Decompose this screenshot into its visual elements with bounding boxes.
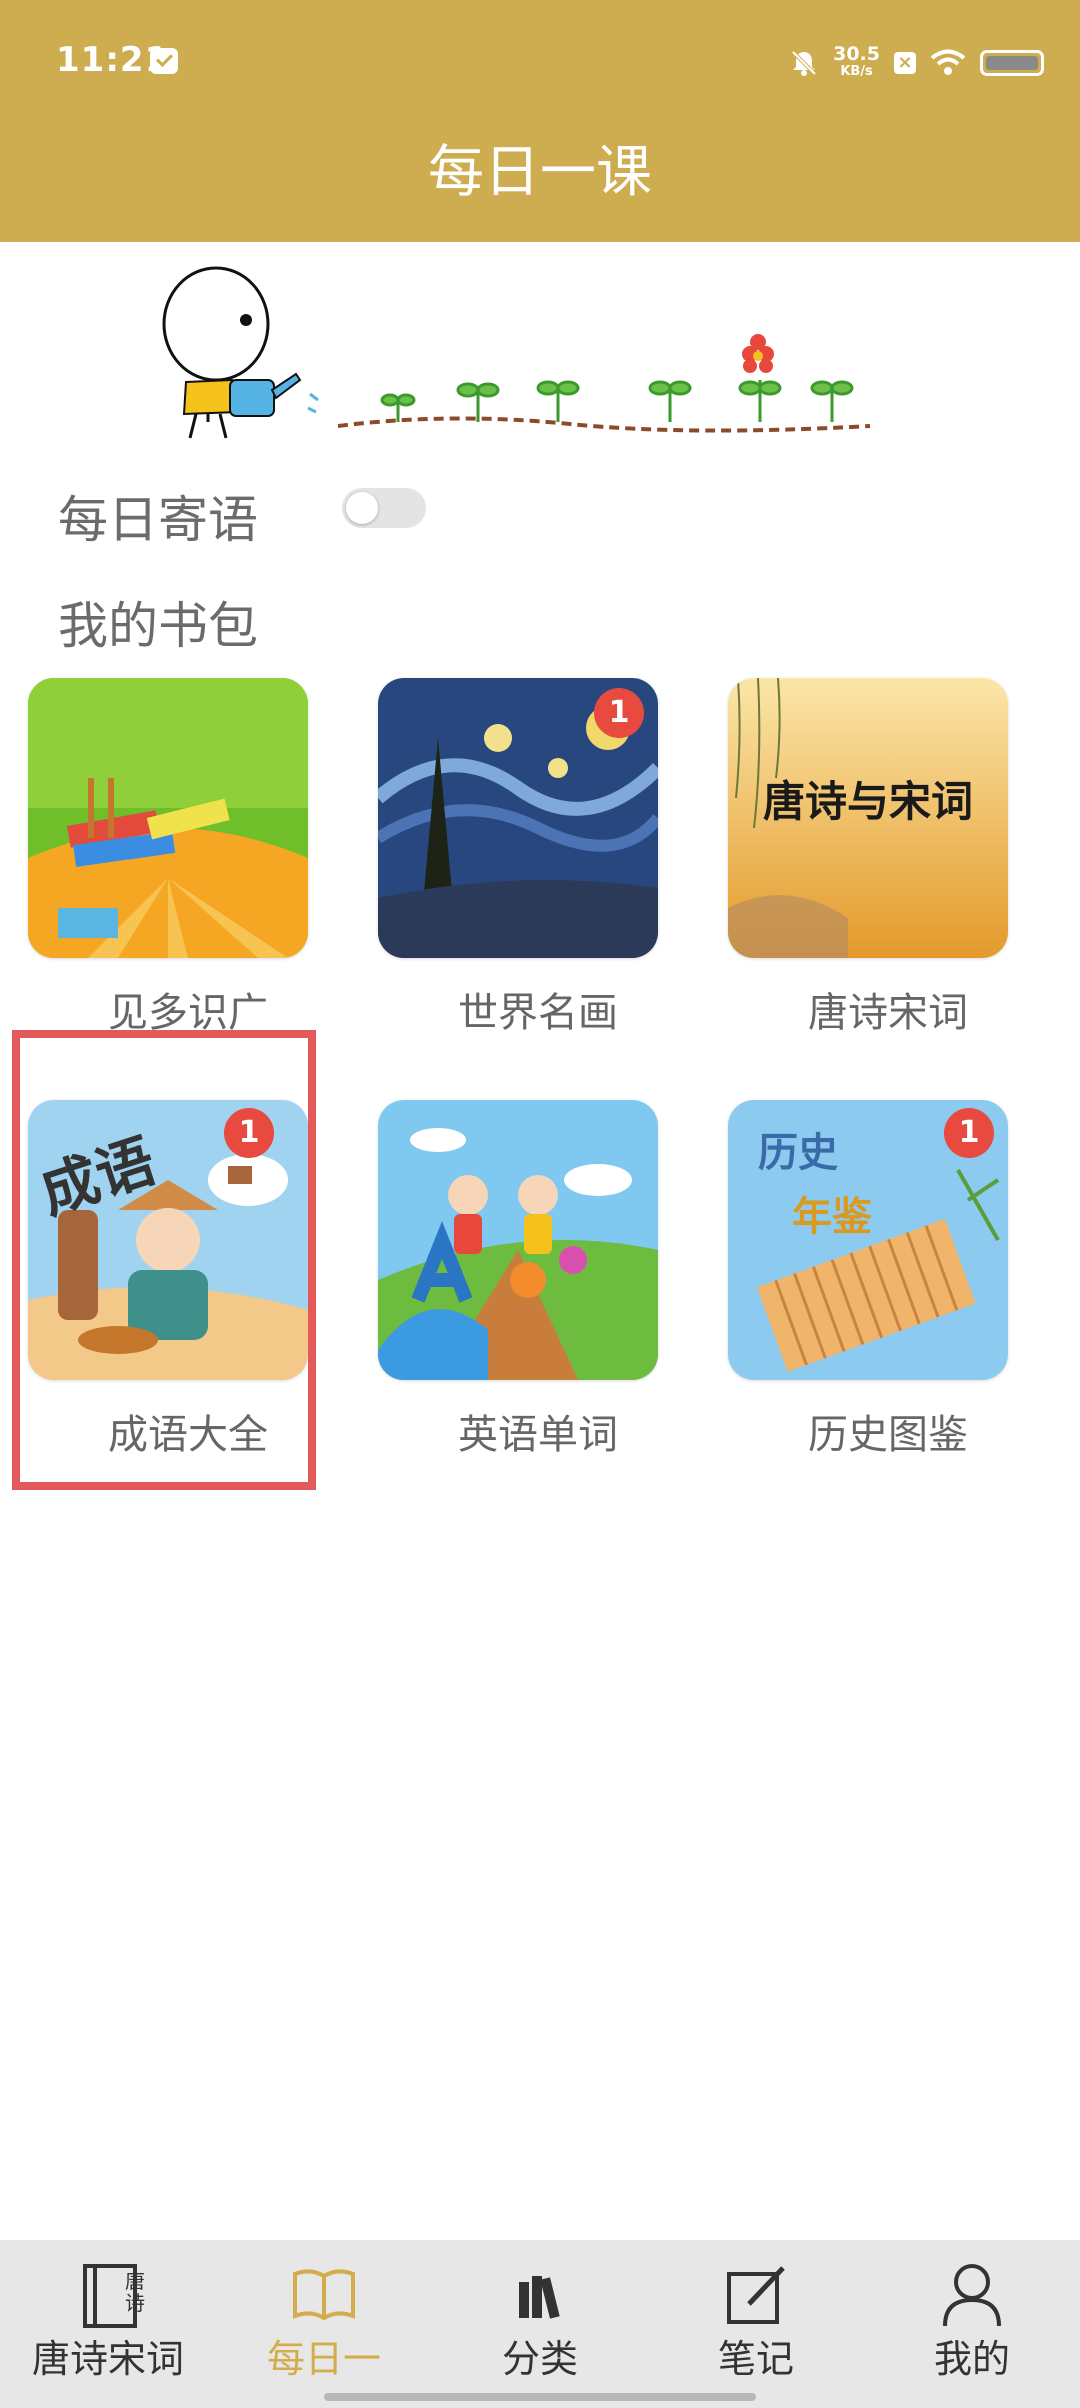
nav-label-daily: 每日一 [266,2337,381,2381]
nav-label-mine: 我的 [933,2337,1010,2381]
status-bar: 11:21 30.5 KB/s × [0,0,1080,126]
book-label-history[interactable]: 历史图鉴 [718,1402,1058,1460]
nav-item-daily[interactable]: 每日一 [216,2240,432,2408]
poetry-icon-text-2: 诗 [125,2291,145,2315]
note-edit-icon [727,2266,785,2324]
book-tile-history[interactable]: 历史 年鉴 1 [728,1100,1008,1380]
poetry-icon-text-1: 唐 [125,2269,145,2293]
book-tile-english-words[interactable] [378,1100,658,1380]
book-label-world-paintings[interactable]: 世界名画 [368,980,708,1038]
mute-bell-icon [791,50,817,76]
nav-label-tang-song: 唐诗宋词 [31,2337,184,2381]
daily-quote-toggle[interactable] [342,488,426,528]
english-cover-image [378,1100,658,1380]
book-tile-tang-song[interactable]: 唐诗与宋词 [728,678,1008,958]
bookbag-title: 我的书包 [58,597,258,655]
watering-illustration [162,266,871,439]
status-icons: 30.5 KB/s × [789,40,1044,86]
page-title: 每日一课 [428,140,652,205]
bottom-nav: 唐 诗 唐诗宋词 每日一 分类 笔记 我的 [0,2240,1080,2408]
history-cover-text-2: 年鉴 [792,1194,872,1240]
daily-quote-label: 每日寄语 [58,491,258,549]
poetry-cover-text: 唐诗与宋词 [762,777,973,826]
open-book-icon [293,2269,355,2321]
book-label-english-words[interactable]: 英语单词 [368,1402,708,1460]
book-label-tang-song[interactable]: 唐诗宋词 [718,980,1058,1038]
message-notification-icon [150,48,178,74]
book-tile-jianduo[interactable] [28,678,308,958]
toggle-knob [346,492,378,524]
network-speed: 30.5 KB/s [833,43,880,80]
nav-item-notes[interactable]: 笔记 [648,2240,864,2408]
battery-icon [980,50,1044,76]
person-icon [943,2264,1001,2327]
nav-item-mine[interactable]: 我的 [864,2240,1080,2408]
selection-highlight-box [12,1030,316,1490]
nav-item-tang-song[interactable]: 唐 诗 唐诗宋词 [0,2240,216,2408]
poetry-icon-text: 唐 诗 [120,2270,150,2314]
network-speed-unit: KB/s [840,64,873,79]
wifi-icon [930,49,966,75]
book-tile-world-paintings[interactable]: 1 [378,678,658,958]
book-badge-world-paintings: 1 [594,688,644,738]
nav-item-category[interactable]: 分类 [432,2240,648,2408]
app-header: 11:21 30.5 KB/s × 每日一课 [0,0,1080,242]
books-cover-image [28,678,308,958]
nav-label-category: 分类 [501,2337,578,2381]
book-badge-history: 1 [944,1108,994,1158]
sim-off-icon: × [894,52,916,74]
books-icon [519,2276,560,2319]
network-speed-value: 30.5 [833,43,880,65]
history-cover-text-1: 历史 [758,1130,838,1176]
home-indicator[interactable] [324,2393,756,2401]
nav-label-notes: 笔记 [717,2337,794,2381]
